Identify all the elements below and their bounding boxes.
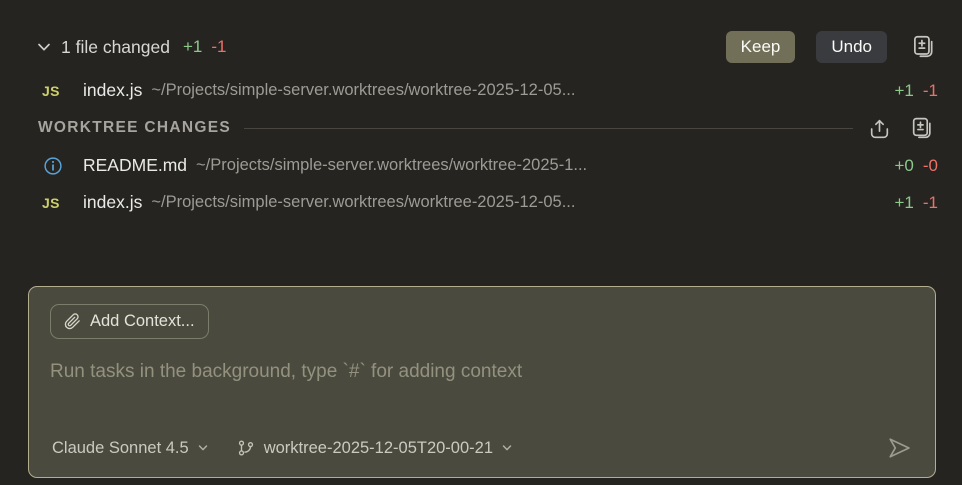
apply-changes-button[interactable]: [867, 116, 892, 141]
undo-button[interactable]: Undo: [816, 31, 887, 63]
paperclip-icon: [64, 313, 81, 330]
view-all-changes-button[interactable]: [910, 34, 936, 60]
send-icon: [885, 434, 913, 462]
diff-files-icon: [909, 116, 934, 141]
additions-count: +1: [894, 193, 913, 213]
diff-stats: +1 -1: [894, 81, 938, 101]
js-file-icon: JS: [42, 83, 74, 99]
chat-input-placeholder: Run tasks in the background, type `#` fo…: [50, 361, 522, 382]
send-button[interactable]: [885, 434, 913, 462]
export-up-arrow-icon: [867, 116, 892, 141]
file-path: ~/Projects/simple-server.worktrees/workt…: [151, 193, 885, 212]
file-path: ~/Projects/simple-server.worktrees/workt…: [196, 156, 885, 175]
chat-composer: Add Context... Run tasks in the backgrou…: [28, 286, 936, 478]
file-name: README.md: [83, 155, 187, 176]
js-file-icon: JS: [42, 195, 74, 211]
divider: [244, 128, 853, 129]
diff-files-icon: [910, 34, 936, 60]
diff-stats: +0 -0: [894, 156, 938, 176]
file-name: index.js: [83, 192, 142, 213]
git-branch-icon: [237, 439, 255, 457]
info-icon: [42, 155, 74, 177]
deletions-count: -1: [923, 81, 938, 101]
additions-count: +1: [894, 81, 913, 101]
add-context-button[interactable]: Add Context...: [50, 304, 209, 339]
section-actions: [867, 116, 934, 141]
chevron-down-icon: [36, 39, 52, 55]
worktree-changes-panel: 1 file changed +1 -1 Keep Undo JS index.…: [0, 30, 962, 485]
worktree-file-row[interactable]: JS index.js ~/Projects/simple-server.wor…: [0, 184, 962, 221]
view-worktree-diff-button[interactable]: [909, 116, 934, 141]
checkpoint-header: 1 file changed +1 -1 Keep Undo: [36, 30, 936, 64]
diff-stats: +1 -1: [183, 37, 227, 57]
additions-count: +0: [894, 156, 913, 176]
composer-toolbar: Claude Sonnet 4.5 worktree-2025-12-05T20…: [52, 434, 913, 462]
chevron-down-icon: [501, 442, 513, 454]
file-name: index.js: [83, 80, 142, 101]
additions-count: +1: [183, 37, 202, 57]
chat-input[interactable]: Run tasks in the background, type `#` fo…: [50, 361, 914, 383]
worktree-file-row[interactable]: README.md ~/Projects/simple-server.workt…: [0, 147, 962, 184]
collapse-toggle[interactable]: [36, 39, 52, 55]
keep-button[interactable]: Keep: [726, 31, 796, 63]
file-path: ~/Projects/simple-server.worktrees/workt…: [151, 81, 885, 100]
diff-stats: +1 -1: [894, 193, 938, 213]
add-context-label: Add Context...: [90, 312, 195, 331]
section-title: WORKTREE CHANGES: [38, 119, 231, 137]
chevron-down-icon: [197, 442, 209, 454]
files-changed-summary: 1 file changed: [61, 37, 170, 58]
deletions-count: -0: [923, 156, 938, 176]
deletions-count: -1: [923, 193, 938, 213]
changed-file-row[interactable]: JS index.js ~/Projects/simple-server.wor…: [0, 72, 962, 109]
deletions-count: -1: [211, 37, 226, 57]
worktree-changes-section-header: WORKTREE CHANGES: [0, 111, 962, 145]
